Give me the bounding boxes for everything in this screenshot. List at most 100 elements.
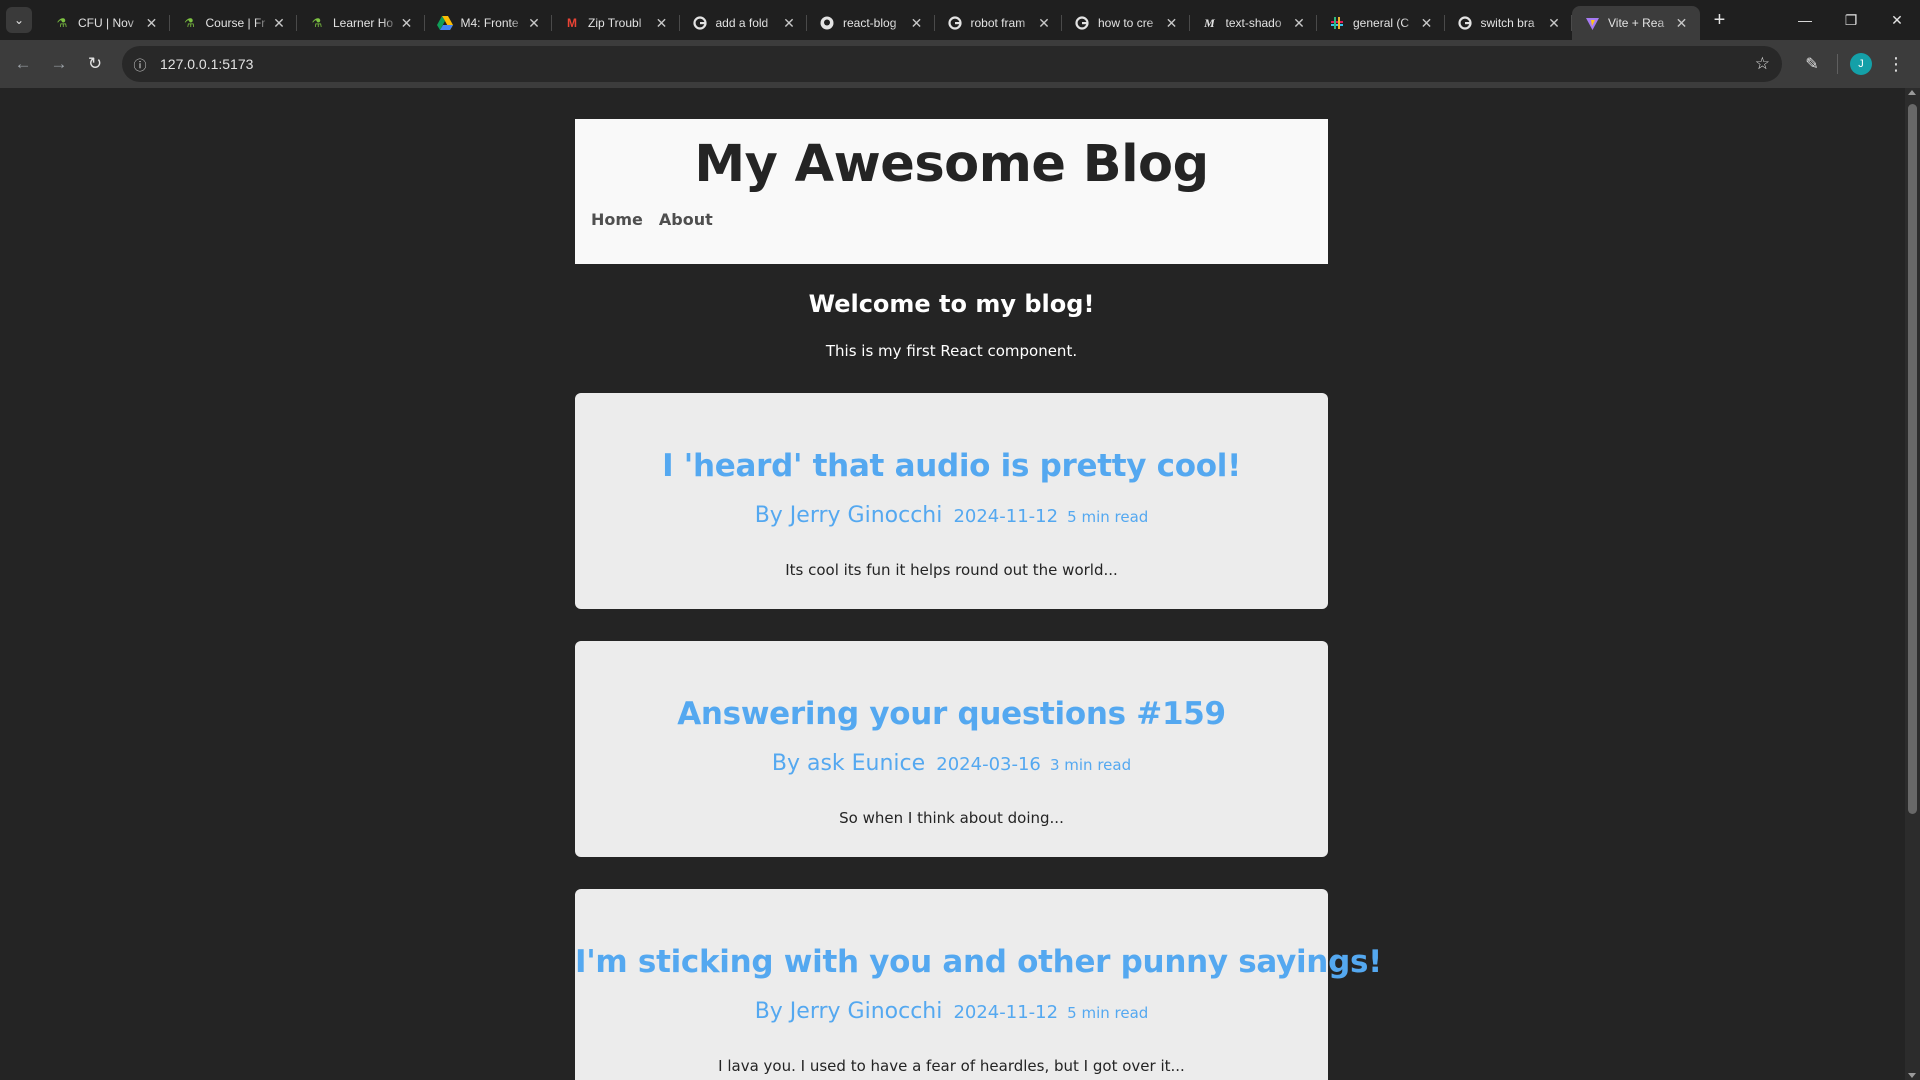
post-title[interactable]: I 'heard' that audio is pretty cool!: [575, 448, 1328, 484]
nav-link-home[interactable]: Home: [591, 210, 643, 229]
post-title[interactable]: I'm sticking with you and other punny sa…: [575, 944, 1382, 980]
close-icon[interactable]: ✕: [909, 15, 925, 32]
tab-9[interactable]: M text-shado ✕: [1190, 6, 1318, 40]
tab-title: how to cre: [1098, 16, 1154, 30]
kebab-menu-icon[interactable]: ⋮: [1884, 54, 1908, 75]
tab-search-button[interactable]: ⌄: [6, 7, 32, 33]
tab-10[interactable]: general (C ✕: [1317, 6, 1445, 40]
close-icon[interactable]: ✕: [399, 15, 415, 32]
close-icon[interactable]: ✕: [781, 15, 797, 32]
post-excerpt: I lava you. I used to have a fear of hea…: [718, 1057, 1185, 1075]
tab-8[interactable]: how to cre ✕: [1062, 6, 1190, 40]
close-icon[interactable]: ✕: [1546, 15, 1562, 32]
post-card[interactable]: Answering your questions #159 By ask Eun…: [575, 641, 1328, 857]
google-icon: [692, 15, 708, 31]
google-icon: [1457, 15, 1473, 31]
post-excerpt: So when I think about doing...: [839, 809, 1064, 827]
close-icon[interactable]: ✕: [1291, 15, 1307, 32]
bookmark-star-icon[interactable]: ☆: [1755, 54, 1770, 74]
tab-title: Zip Troubl: [588, 16, 642, 30]
post-date: 2024-03-16: [936, 754, 1041, 775]
close-icon[interactable]: ✕: [144, 15, 160, 32]
post-meta: By Jerry Ginocchi 2024-11-12 5 min read: [575, 999, 1328, 1024]
plus-icon: +: [1713, 8, 1726, 31]
google-drive-icon: [436, 15, 453, 31]
blog-content: My Awesome Blog Home About Welcome to my…: [575, 119, 1382, 1080]
page-viewport: My Awesome Blog Home About Welcome to my…: [0, 88, 1905, 1080]
leaf-icon: ⚗: [184, 16, 195, 30]
tab-title: react-blog: [843, 16, 897, 30]
site-header: My Awesome Blog Home About: [575, 119, 1328, 264]
welcome-section: Welcome to my blog! This is my first Rea…: [575, 290, 1328, 360]
vertical-scrollbar[interactable]: [1905, 88, 1920, 1080]
extensions-icon[interactable]: ✎: [1795, 47, 1829, 81]
post-read-time: 5 min read: [1067, 508, 1149, 526]
restore-button[interactable]: ❐: [1828, 0, 1874, 40]
back-button[interactable]: ←: [6, 47, 40, 81]
profile-avatar[interactable]: J: [1850, 53, 1872, 75]
scroll-down-arrow-icon[interactable]: [1908, 1073, 1916, 1078]
post-date: 2024-11-12: [953, 506, 1059, 527]
close-icon[interactable]: ✕: [1674, 15, 1690, 32]
tab-11[interactable]: switch bra ✕: [1445, 6, 1573, 40]
tab-title: robot fram: [970, 16, 1026, 30]
tab-7[interactable]: robot fram ✕: [935, 6, 1063, 40]
github-icon: [819, 15, 835, 31]
tab-1[interactable]: ⚗ Course | Fr ✕: [170, 6, 298, 40]
tab-title: switch bra: [1480, 16, 1535, 30]
minimize-button[interactable]: —: [1782, 0, 1828, 40]
tab-12[interactable]: Vite + Rea ✕: [1572, 6, 1700, 40]
close-icon[interactable]: ✕: [1419, 15, 1435, 32]
slack-icon: [1329, 15, 1345, 31]
leaf-icon: ⚗: [56, 16, 68, 30]
nav-link-about[interactable]: About: [659, 210, 713, 229]
close-icon[interactable]: ✕: [1164, 15, 1180, 32]
leaf-icon: ⚗: [311, 16, 323, 30]
minimize-icon: —: [1798, 12, 1812, 28]
post-excerpt: Its cool its fun it helps round out the …: [785, 561, 1118, 579]
reload-button[interactable]: ↻: [78, 47, 112, 81]
medium-icon: M: [1204, 15, 1215, 30]
forward-button[interactable]: →: [42, 47, 76, 81]
close-window-button[interactable]: ✕: [1874, 0, 1920, 40]
post-card[interactable]: I'm sticking with you and other punny sa…: [575, 889, 1382, 1080]
tab-4[interactable]: M Zip Troubl ✕: [552, 6, 680, 40]
tab-title: Vite + Rea: [1608, 16, 1665, 30]
tab-title: CFU | Nov: [78, 16, 134, 30]
new-tab-button[interactable]: +: [1706, 6, 1734, 34]
tab-2[interactable]: ⚗ Learner Ho ✕: [297, 6, 425, 40]
tab-list: ⚗ CFU | Nov ✕ ⚗ Course | Fr ✕ ⚗ Learner …: [42, 0, 1700, 40]
tab-title: Learner Ho: [333, 16, 394, 30]
tab-title: general (C: [1353, 16, 1410, 30]
close-icon[interactable]: ✕: [654, 15, 670, 32]
post-title[interactable]: Answering your questions #159: [575, 696, 1328, 732]
scroll-up-arrow-icon[interactable]: [1908, 90, 1916, 95]
scrollbar-thumb[interactable]: [1908, 104, 1917, 814]
window-controls: — ❐ ✕: [1782, 0, 1920, 40]
tab-5[interactable]: add a fold ✕: [680, 6, 808, 40]
site-info-icon[interactable]: ⓘ: [126, 50, 154, 78]
close-icon[interactable]: ✕: [526, 15, 542, 32]
post-date: 2024-11-12: [953, 1002, 1059, 1023]
close-icon[interactable]: ✕: [271, 15, 287, 32]
tab-3[interactable]: M4: Fronte ✕: [425, 6, 553, 40]
google-icon: [1074, 15, 1090, 31]
post-card[interactable]: I 'heard' that audio is pretty cool! By …: [575, 393, 1328, 609]
arrow-right-icon: →: [50, 54, 68, 73]
tab-6[interactable]: react-blog ✕: [807, 6, 935, 40]
chevron-down-icon: ⌄: [13, 13, 25, 27]
close-icon[interactable]: ✕: [1036, 15, 1052, 32]
restore-icon: ❐: [1844, 11, 1858, 28]
vite-icon: [1584, 15, 1600, 31]
post-author: By Jerry Ginocchi: [754, 503, 943, 528]
site-nav: Home About: [591, 210, 713, 229]
url-text[interactable]: 127.0.0.1:5173: [160, 56, 253, 72]
gmail-icon: M: [567, 16, 577, 30]
close-icon: ✕: [1891, 11, 1903, 28]
tab-0[interactable]: ⚗ CFU | Nov ✕: [42, 6, 170, 40]
post-meta: By ask Eunice 2024-03-16 3 min read: [575, 751, 1328, 776]
welcome-heading: Welcome to my blog!: [808, 290, 1095, 318]
browser-toolbar: ← → ↻ ⓘ 127.0.0.1:5173 ☆ ✎ J ⋮: [0, 40, 1920, 88]
address-bar[interactable]: ⓘ 127.0.0.1:5173 ☆: [122, 46, 1782, 82]
tab-title: M4: Fronte: [460, 16, 519, 30]
